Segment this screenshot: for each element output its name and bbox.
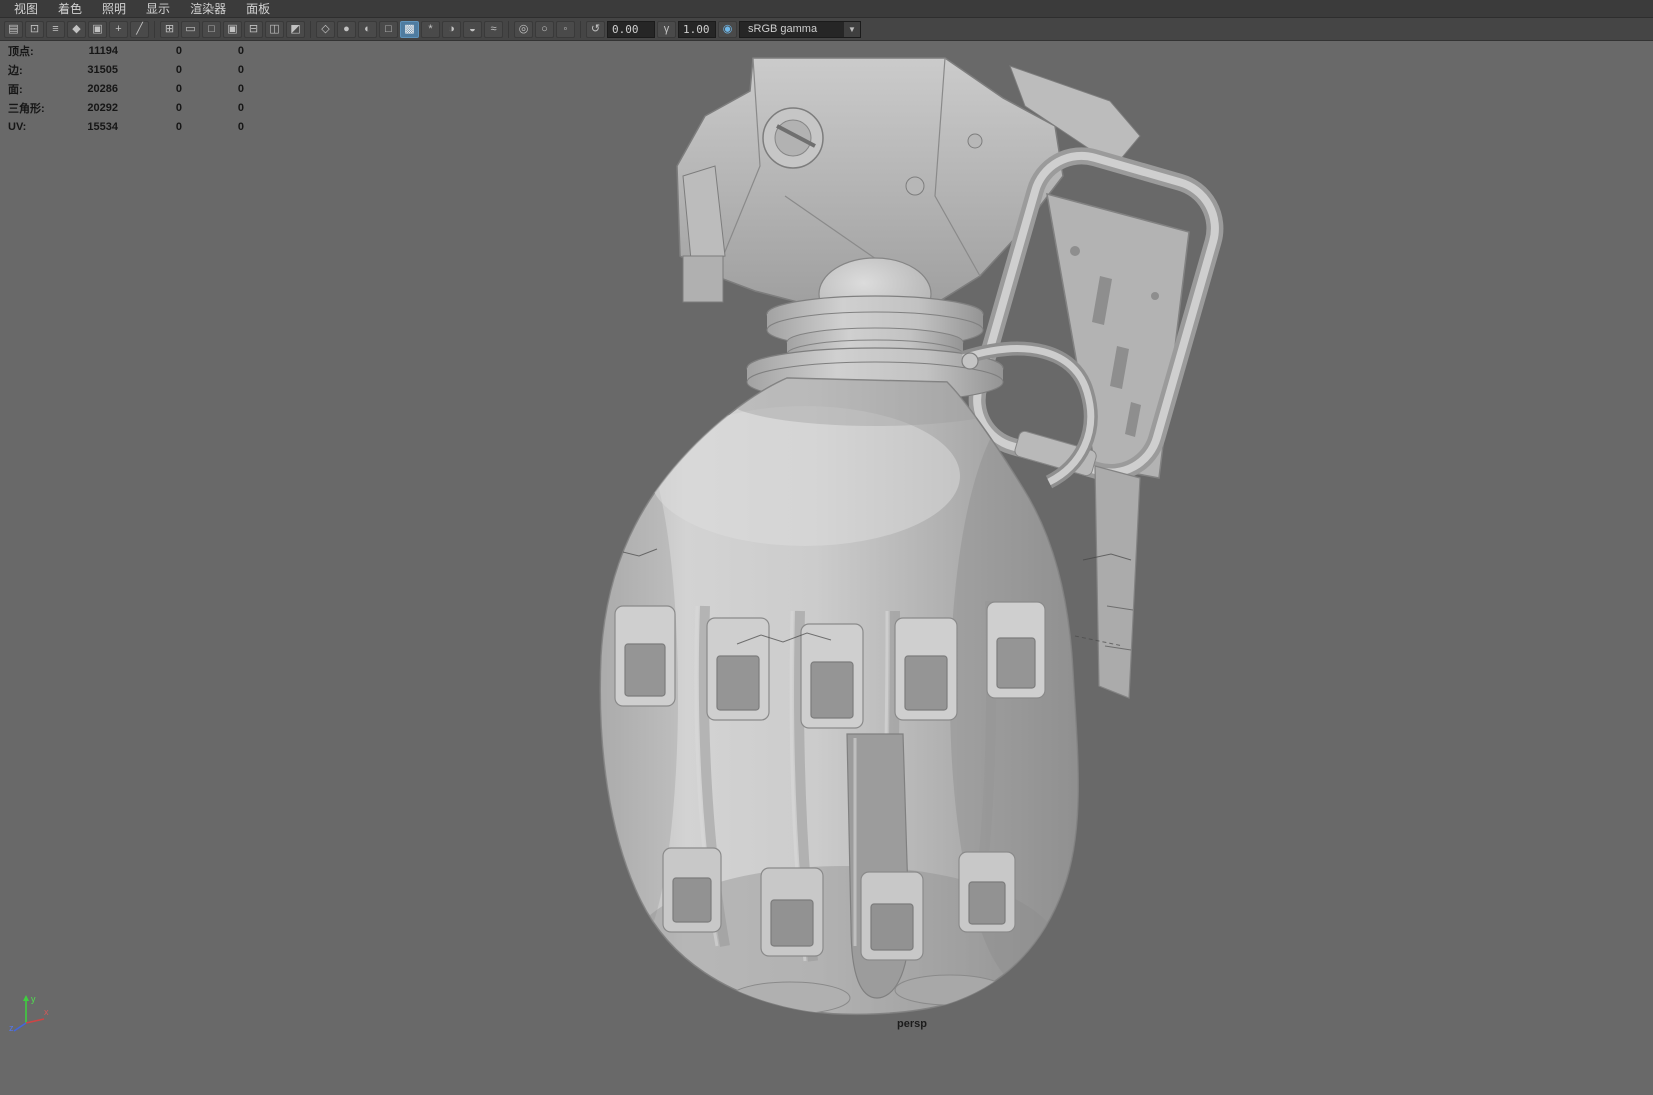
- hud-label: 三角形:: [8, 102, 45, 115]
- bounding-box-icon[interactable]: □: [379, 20, 398, 38]
- menu-renderer[interactable]: 渲染器: [180, 0, 236, 18]
- poly-count-hud: 顶点: 11194 0 0 边: 31505 0 0 面: 20286 0 0 …: [8, 41, 244, 136]
- exposure-field[interactable]: [607, 20, 655, 38]
- view-transform-value: sRGB gamma: [748, 23, 818, 35]
- hud-value: 0: [175, 82, 182, 95]
- isolate-select-icon[interactable]: ◎: [514, 20, 533, 38]
- gate-mask-icon[interactable]: ▣: [223, 20, 242, 38]
- axis-y-label: y: [31, 994, 36, 1004]
- hud-value: 15534: [87, 120, 118, 133]
- gamma-field[interactable]: [678, 20, 716, 38]
- toolbar-separator: [154, 20, 155, 38]
- maya-window: 视图 着色 照明 显示 渲染器 面板 ▤ ⊡ ≡ ◆ ▣ + ╱ ⊞ ▭ □ ▣…: [0, 0, 1653, 1095]
- image-plane-icon[interactable]: ▣: [88, 20, 107, 38]
- exposure-icon[interactable]: ↺: [586, 20, 605, 38]
- textured-icon[interactable]: ▩: [400, 20, 419, 38]
- hud-row-faces: 面: 20286 0 0: [8, 79, 244, 98]
- menu-show[interactable]: 显示: [136, 0, 180, 18]
- joint-x-ray-icon[interactable]: ◦: [556, 20, 575, 38]
- safe-title-icon[interactable]: ◩: [286, 20, 305, 38]
- gamma-icon[interactable]: γ: [657, 20, 676, 38]
- ambient-occlusion-icon[interactable]: ◒: [463, 20, 482, 38]
- two-d-pan-zoom-icon[interactable]: +: [109, 20, 128, 38]
- hud-row-triangles: 三角形: 20292 0 0: [8, 98, 244, 117]
- viewport-toolbar: ▤ ⊡ ≡ ◆ ▣ + ╱ ⊞ ▭ □ ▣ ⊟ ◫ ◩ ◇ ● ◐ □ ▩ * …: [0, 18, 1653, 41]
- panel-menu-bar: 视图 着色 照明 显示 渲染器 面板: [0, 0, 1653, 18]
- hud-value: 20292: [87, 101, 118, 114]
- menu-shading[interactable]: 着色: [48, 0, 92, 18]
- hud-row-vertices: 顶点: 11194 0 0: [8, 41, 244, 60]
- hud-label: UV:: [8, 120, 27, 133]
- hud-label: 边:: [8, 64, 23, 77]
- select-camera-icon[interactable]: ▤: [4, 20, 23, 38]
- hud-row-uvs: UV: 15534 0 0: [8, 117, 244, 136]
- camera-attributes-icon[interactable]: ≡: [46, 20, 65, 38]
- field-chart-icon[interactable]: ⊟: [244, 20, 263, 38]
- axis-x-label: x: [44, 1007, 49, 1017]
- menu-view[interactable]: 视图: [4, 0, 48, 18]
- shadows-icon[interactable]: ◑: [442, 20, 461, 38]
- menu-lighting[interactable]: 照明: [92, 0, 136, 18]
- flat-shade-icon[interactable]: ◐: [358, 20, 377, 38]
- safe-action-icon[interactable]: ◫: [265, 20, 284, 38]
- hud-value: 31505: [87, 63, 118, 76]
- toolbar-separator: [580, 20, 581, 38]
- smooth-shade-icon[interactable]: ●: [337, 20, 356, 38]
- hud-value: 0: [175, 63, 182, 76]
- hud-value: 0: [237, 44, 244, 57]
- hud-value: 20286: [87, 82, 118, 95]
- grenade-model: [599, 57, 1224, 1016]
- hud-value: 0: [237, 120, 244, 133]
- view-transform-dropdown[interactable]: sRGB gamma ▼: [739, 20, 861, 38]
- menu-panels[interactable]: 面板: [236, 0, 280, 18]
- camera-label: persp: [897, 1018, 927, 1030]
- axis-z-label: z: [9, 1023, 14, 1033]
- film-gate-icon[interactable]: ▭: [181, 20, 200, 38]
- chevron-down-icon[interactable]: ▼: [844, 21, 860, 37]
- use-all-lights-icon[interactable]: *: [421, 20, 440, 38]
- resolution-gate-icon[interactable]: □: [202, 20, 221, 38]
- grid-icon[interactable]: ⊞: [160, 20, 179, 38]
- bookmark-icon[interactable]: ◆: [67, 20, 86, 38]
- toolbar-separator: [310, 20, 311, 38]
- view-axis-gizmo: y x z: [9, 994, 49, 1033]
- x-ray-icon[interactable]: ○: [535, 20, 554, 38]
- hud-value: 0: [237, 63, 244, 76]
- lock-camera-icon[interactable]: ⊡: [25, 20, 44, 38]
- hud-value: 0: [237, 101, 244, 114]
- hud-value: 11194: [88, 44, 118, 57]
- hud-label: 面:: [8, 83, 23, 96]
- color-management-icon[interactable]: ◉: [718, 20, 737, 38]
- hud-value: 0: [175, 101, 182, 114]
- hud-value: 0: [175, 44, 182, 57]
- motion-blur-icon[interactable]: ≈: [484, 20, 503, 38]
- hud-label: 顶点:: [8, 45, 34, 58]
- hud-row-edges: 边: 31505 0 0: [8, 60, 244, 79]
- grease-pencil-icon[interactable]: ╱: [130, 20, 149, 38]
- hud-value: 0: [237, 82, 244, 95]
- viewport[interactable]: 顶点: 11194 0 0 边: 31505 0 0 面: 20286 0 0 …: [0, 41, 1653, 1094]
- wireframe-icon[interactable]: ◇: [316, 20, 335, 38]
- hud-value: 0: [175, 120, 182, 133]
- toolbar-separator: [508, 20, 509, 38]
